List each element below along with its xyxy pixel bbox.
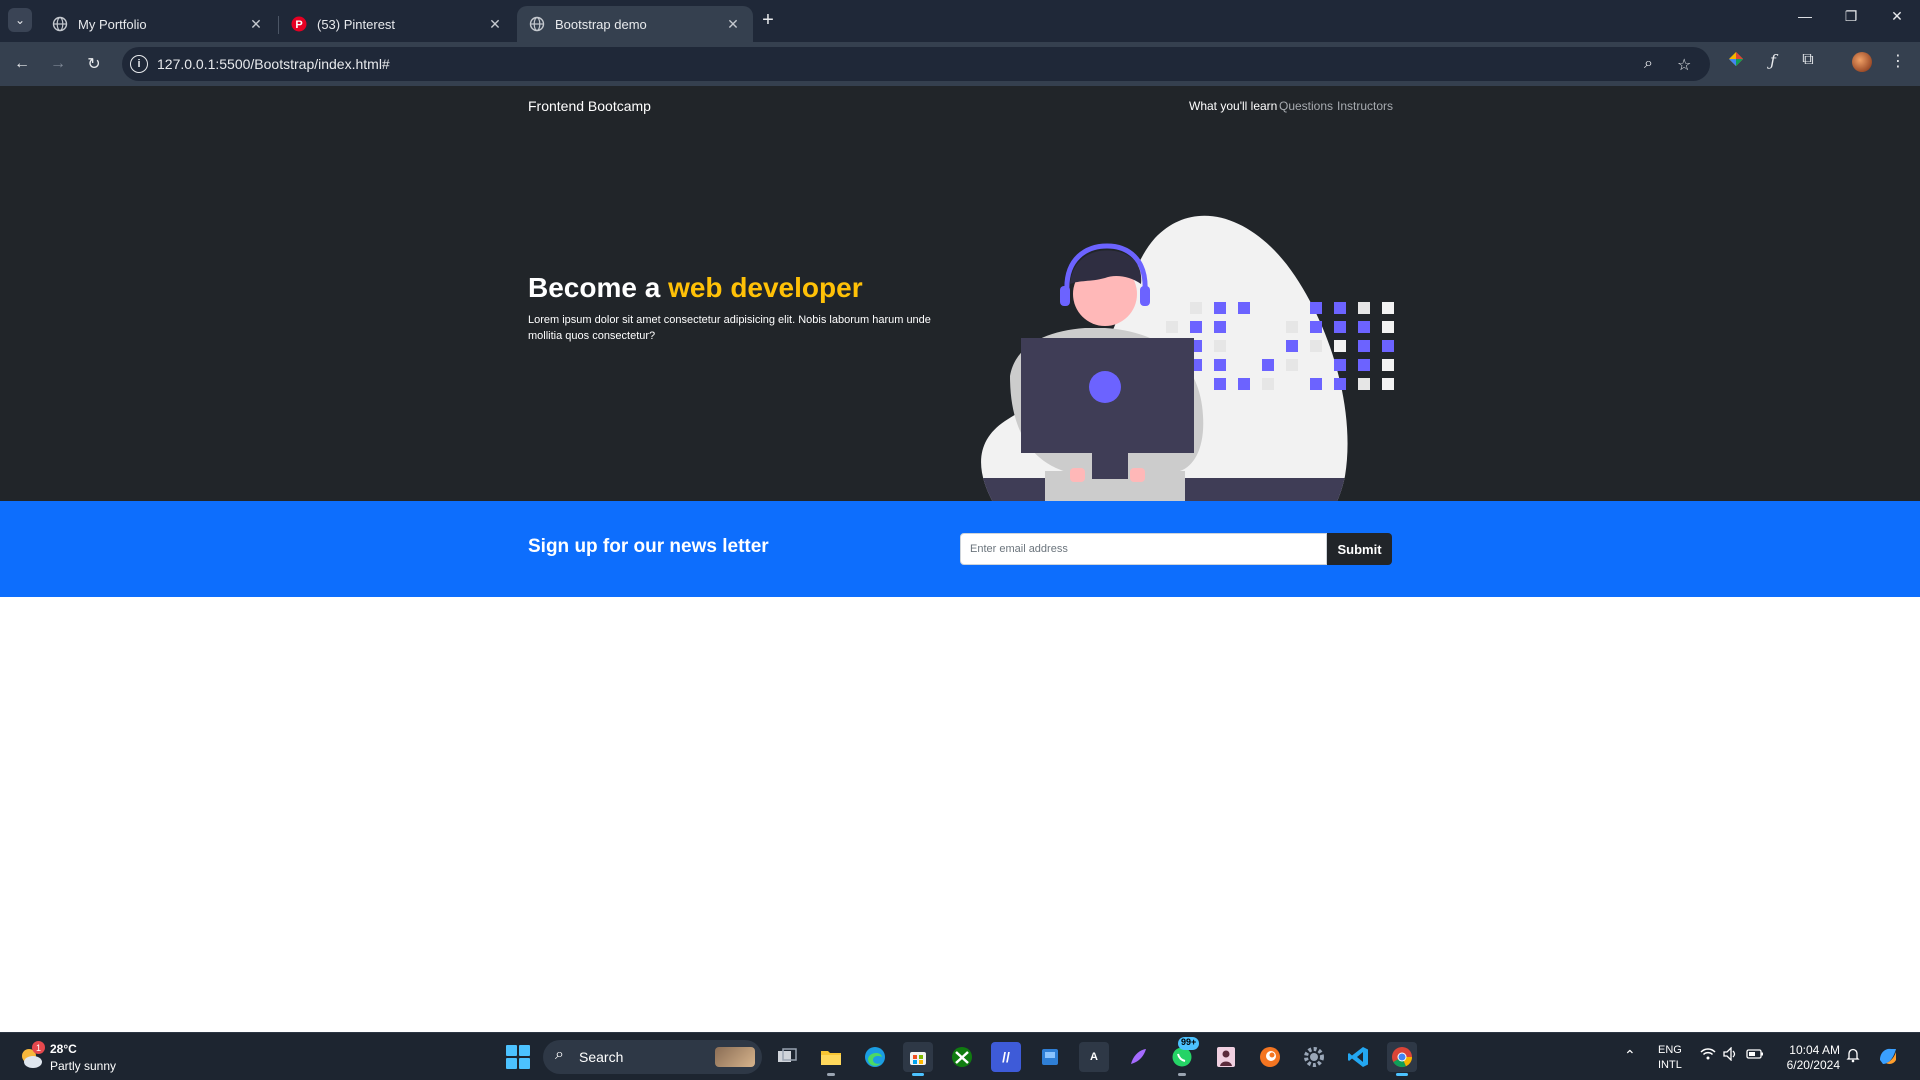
microsoft-store-icon[interactable]: [903, 1042, 933, 1076]
font-extension-icon[interactable]: ƒ: [1762, 51, 1784, 70]
chevron-down-icon: ⌄: [14, 13, 26, 27]
hero-title-accent: web developer: [668, 272, 863, 303]
weather-temperature[interactable]: 28°C: [50, 1042, 77, 1056]
star-icon[interactable]: ☆: [1677, 55, 1691, 75]
whatsapp-badge: 99+: [1178, 1037, 1200, 1050]
svg-text:P: P: [295, 19, 302, 31]
nav-link-questions[interactable]: Questions: [1279, 99, 1333, 113]
start-windows-icon[interactable]: [506, 1045, 530, 1069]
lang-code: ENG: [1658, 1044, 1682, 1056]
vscode-icon[interactable]: [1343, 1042, 1373, 1072]
globe-icon: [52, 16, 68, 32]
file-explorer-icon[interactable]: [816, 1042, 846, 1076]
widgets-app-icon[interactable]: [1035, 1042, 1065, 1072]
reload-icon: ↻: [87, 56, 101, 73]
battery-icon[interactable]: [1746, 1047, 1764, 1063]
arrow-left-icon: ←: [14, 55, 30, 72]
restore-icon[interactable]: ❐: [1836, 8, 1866, 25]
edge-icon[interactable]: [860, 1042, 890, 1072]
pinterest-icon: P: [291, 16, 307, 32]
newsletter-title: Sign up for our news letter: [528, 536, 769, 557]
url-text[interactable]: 127.0.0.1:5500/Bootstrap/index.html#: [157, 56, 390, 72]
tab-title: Bootstrap demo: [555, 16, 647, 32]
zoom-icon[interactable]: ⌕: [1644, 55, 1653, 73]
hero-description: Lorem ipsum dolor sit amet consectetur a…: [528, 314, 931, 342]
input-language[interactable]: ENG INTL: [1658, 1043, 1682, 1073]
system-clock[interactable]: 10:04 AM 6/20/2024: [1776, 1043, 1840, 1073]
settings-gear-icon[interactable]: [1299, 1042, 1329, 1072]
email-input[interactable]: [960, 533, 1327, 565]
globe-icon: [529, 16, 545, 32]
browser-toolbar: ← → ↻ i 127.0.0.1:5500/Bootstrap/index.h…: [0, 42, 1920, 86]
tab-title: My Portfolio: [78, 16, 147, 32]
close-window-icon[interactable]: ✕: [1882, 8, 1912, 25]
new-tab-button[interactable]: +: [758, 9, 778, 32]
close-tab-icon[interactable]: ✕: [487, 16, 503, 33]
nav-link-what-youll-learn[interactable]: What you'll learn: [1189, 99, 1277, 113]
nav-link-instructors[interactable]: Instructors: [1337, 99, 1393, 113]
hero-title: Become a web developer: [528, 272, 863, 304]
back-button[interactable]: ←: [11, 53, 33, 75]
editor-app-icon[interactable]: //: [991, 1042, 1021, 1072]
hero-title-prefix: Become a: [528, 272, 669, 303]
submit-button[interactable]: Submit: [1327, 533, 1392, 565]
forward-button[interactable]: →: [47, 53, 69, 75]
profile-avatar[interactable]: [1852, 52, 1872, 72]
crunchyroll-icon[interactable]: [1255, 1042, 1285, 1072]
paint-app-icon[interactable]: [1123, 1042, 1153, 1072]
minimize-icon[interactable]: —: [1790, 8, 1820, 24]
clock-time: 10:04 AM: [1789, 1043, 1840, 1057]
tab-strip: ⌄ My Portfolio ✕ P (53) Pinterest ✕ Boot…: [0, 0, 1920, 42]
extensions-icon[interactable]: ⧉: [1797, 51, 1819, 69]
copilot-icon[interactable]: [1876, 1044, 1900, 1071]
search-highlight-image: [715, 1047, 755, 1067]
volume-icon[interactable]: [1722, 1046, 1738, 1064]
clock-date: 6/20/2024: [1786, 1058, 1840, 1072]
lang-layout: INTL: [1658, 1059, 1682, 1071]
tab-title: (53) Pinterest: [317, 16, 396, 32]
taskbar-search-label: Search: [579, 1049, 624, 1065]
chrome-icon[interactable]: [1387, 1042, 1417, 1076]
weather-description[interactable]: Partly sunny: [50, 1059, 116, 1073]
font-app-icon[interactable]: A: [1079, 1042, 1109, 1072]
wifi-icon[interactable]: [1700, 1047, 1716, 1064]
reload-button[interactable]: ↻: [83, 53, 105, 75]
chevron-up-icon[interactable]: ⌃: [1624, 1047, 1636, 1064]
tab-search-button[interactable]: ⌄: [8, 8, 32, 32]
close-tab-icon[interactable]: ✕: [248, 16, 264, 33]
newsletter-section: Sign up for our news letter Submit: [0, 501, 1920, 597]
taskbar-search[interactable]: ⌕ Search: [543, 1040, 762, 1074]
menu-kebab-icon[interactable]: ⋮: [1887, 51, 1909, 71]
tab-my-portfolio[interactable]: My Portfolio ✕: [40, 6, 276, 42]
color-extension-icon[interactable]: [1725, 51, 1747, 72]
photo-app-icon[interactable]: [1211, 1042, 1241, 1072]
site-info-icon[interactable]: i: [130, 55, 148, 73]
arrow-right-icon: →: [50, 55, 66, 72]
notification-bell-icon[interactable]: [1845, 1047, 1861, 1066]
tab-pinterest[interactable]: P (53) Pinterest ✕: [279, 6, 515, 42]
close-tab-icon[interactable]: ✕: [725, 16, 741, 33]
hero-section: Frontend Bootcamp What you'll learn Ques…: [0, 86, 1920, 587]
address-bar[interactable]: i 127.0.0.1:5500/Bootstrap/index.html# ⌕…: [122, 47, 1710, 81]
taskbar: 1 28°C Partly sunny ⌕ Search // A 99+ ⌃ …: [0, 1032, 1920, 1080]
xbox-icon[interactable]: [947, 1042, 977, 1072]
weather-notification-badge: 1: [32, 1041, 45, 1054]
tab-bootstrap-demo[interactable]: Bootstrap demo ✕: [517, 6, 753, 42]
navbar-brand[interactable]: Frontend Bootcamp: [528, 98, 651, 114]
search-icon: ⌕: [555, 1046, 564, 1063]
task-view-icon[interactable]: [772, 1042, 802, 1072]
